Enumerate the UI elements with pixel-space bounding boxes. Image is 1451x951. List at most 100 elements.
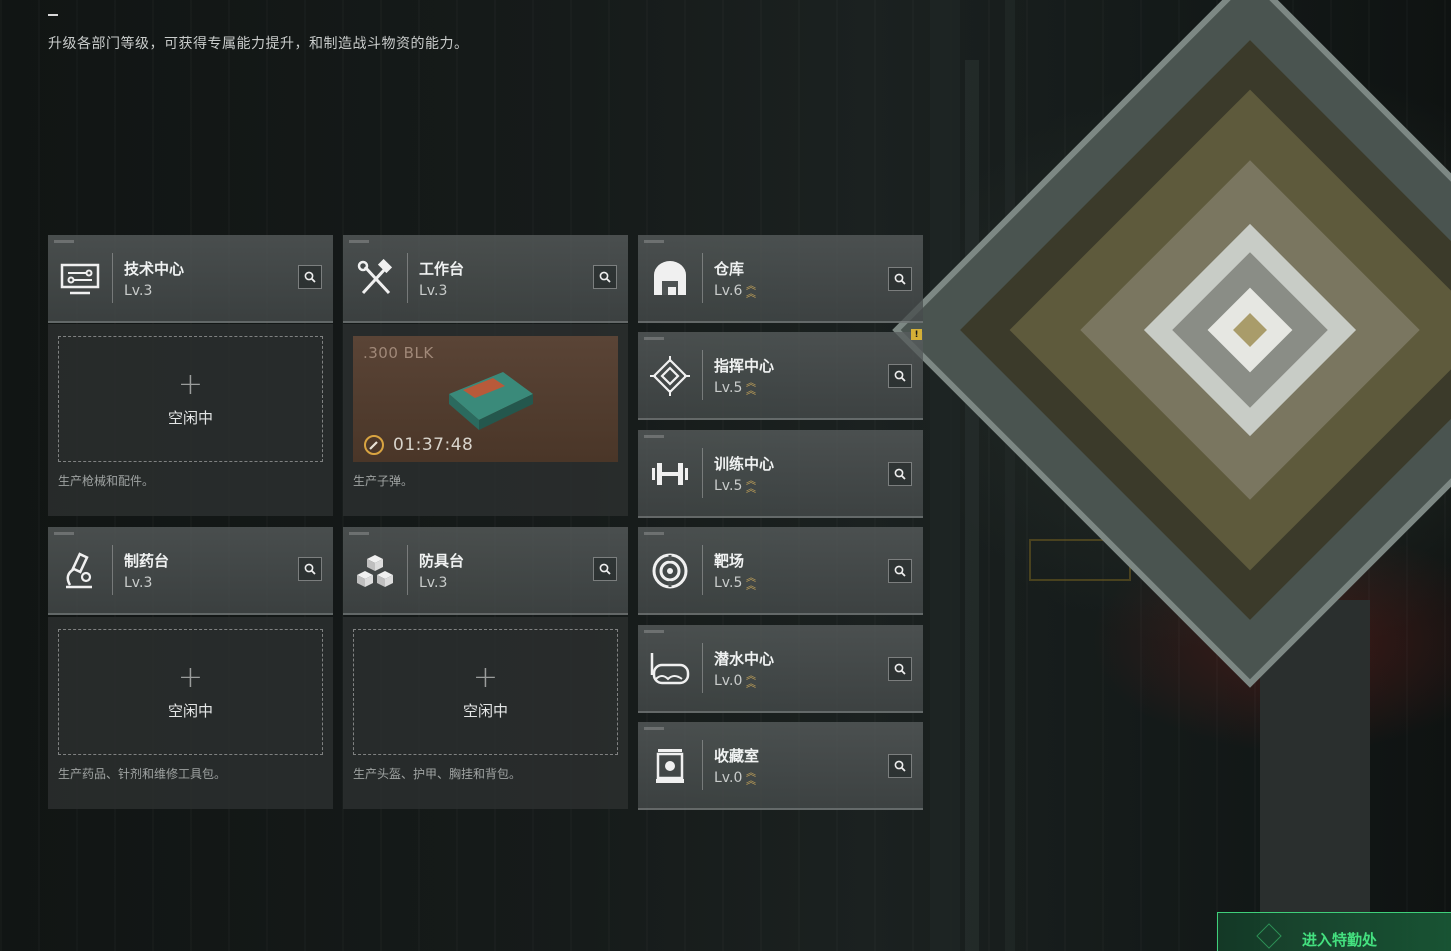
panel-description: 生产头盔、护甲、胸挂和背包。 — [353, 767, 522, 781]
upgrade-chevron-icon: ︽ ︽ — [746, 573, 756, 592]
card-tag — [349, 240, 369, 243]
dept-card-collection[interactable]: 收藏室 Lv.0 ︽ ︽ — [638, 722, 923, 810]
search-icon[interactable] — [298, 557, 322, 581]
header-tick — [48, 14, 58, 16]
dept-level: Lv.5 — [714, 478, 743, 494]
dept-card-warehouse[interactable]: 仓库 Lv.6 ︽ ︽ — [638, 235, 923, 323]
card-divider — [112, 545, 113, 595]
card-divider — [702, 448, 703, 498]
card-tag — [644, 240, 664, 243]
dept-card-training[interactable]: 训练中心 Lv.5 ︽ ︽ — [638, 430, 923, 518]
dept-name: 指挥中心 — [714, 357, 775, 375]
dept-name: 制药台 — [124, 552, 170, 570]
production-panel-workbench: .300 BLK 01:37:48 生产子弹。 — [343, 324, 628, 516]
upgrade-chevron-icon: ︽ ︽ — [746, 281, 756, 300]
slot-status: 空闲中 — [167, 701, 213, 720]
dept-name: 技术中心 — [124, 260, 185, 278]
production-slot-empty[interactable]: + 空闲中 — [353, 629, 618, 755]
card-divider — [407, 253, 408, 303]
dept-level: Lv.6 — [714, 283, 743, 299]
card-tag — [349, 532, 369, 535]
search-icon[interactable] — [888, 754, 912, 778]
panel-description: 生产药品、针剂和维修工具包。 — [58, 767, 227, 781]
alert-badge: ! — [911, 329, 922, 340]
panel-description: 生产枪械和配件。 — [58, 474, 155, 488]
ammo-box-image — [449, 372, 533, 430]
dept-card-range[interactable]: 靶场 Lv.5 ︽ ︽ — [638, 527, 923, 615]
upgrade-chevron-icon: ︽ ︽ — [746, 671, 756, 690]
card-tag — [54, 240, 74, 243]
card-divider — [702, 253, 703, 303]
production-timer: 01:37:48 — [393, 435, 474, 455]
plus-icon: + — [177, 659, 204, 695]
microscope-icon — [58, 549, 102, 593]
target-icon — [648, 549, 692, 593]
search-icon[interactable] — [888, 657, 912, 681]
dept-name: 工作台 — [419, 260, 465, 278]
card-divider — [407, 545, 408, 595]
upgrade-chevron-icon: ︽ ︽ — [746, 476, 756, 495]
search-icon[interactable] — [298, 265, 322, 289]
dept-level: Lv.0 — [714, 673, 743, 689]
dept-level: Lv.3 — [419, 283, 448, 299]
dept-level: Lv.5 — [714, 575, 743, 591]
dept-name: 防具台 — [419, 552, 465, 570]
dept-level: Lv.5 — [714, 380, 743, 396]
card-divider — [702, 740, 703, 790]
enter-button-label: 进入特勤处 — [1302, 931, 1378, 949]
production-item-name: .300 BLK — [363, 344, 434, 362]
dept-card-workbench[interactable]: 工作台 Lv.3 — [343, 235, 628, 323]
diving-mask-icon — [648, 647, 692, 691]
slot-status: 空闲中 — [167, 408, 213, 427]
dept-card-diving[interactable]: 潜水中心 Lv.0 ︽ ︽ — [638, 625, 923, 713]
upgrade-chevron-icon: ︽ ︽ — [746, 768, 756, 787]
page-subtitle: 升级各部门等级，可获得专属能力提升，和制造战斗物资的能力。 — [48, 36, 469, 52]
production-panel-armor: + 空闲中 生产头盔、护甲、胸挂和背包。 — [343, 617, 628, 809]
cubes-icon — [353, 549, 397, 593]
search-icon[interactable] — [593, 557, 617, 581]
dept-level: Lv.3 — [124, 283, 153, 299]
card-divider — [702, 643, 703, 693]
card-tag — [644, 337, 664, 340]
diamond-icon — [1256, 923, 1282, 949]
dept-card-armor[interactable]: 防具台 Lv.3 — [343, 527, 628, 615]
card-tag — [54, 532, 74, 535]
card-tag — [644, 532, 664, 535]
card-divider — [702, 545, 703, 595]
hammer-wrench-icon — [353, 257, 397, 301]
diamond-target-icon — [648, 354, 692, 398]
dept-name: 靶场 — [714, 552, 745, 570]
card-divider — [112, 253, 113, 303]
production-panel-tech: + 空闲中 生产枪械和配件。 — [48, 324, 333, 516]
dept-level: Lv.3 — [419, 575, 448, 591]
search-icon[interactable] — [888, 267, 912, 291]
card-tag — [644, 630, 664, 633]
panel-description: 生产子弹。 — [353, 474, 414, 488]
dept-name: 潜水中心 — [714, 650, 775, 668]
search-icon[interactable] — [888, 364, 912, 388]
dept-name: 仓库 — [714, 260, 745, 278]
dept-name: 收藏室 — [714, 747, 760, 765]
timer-wrench-icon — [364, 435, 384, 455]
display-case-icon — [648, 744, 692, 788]
slot-status: 空闲中 — [462, 701, 508, 720]
card-tag — [644, 435, 664, 438]
dept-card-command[interactable]: 指挥中心 Lv.5 ︽ ︽ — [638, 332, 923, 420]
search-icon[interactable] — [888, 559, 912, 583]
monitor-icon — [58, 257, 102, 301]
production-slot-active[interactable]: .300 BLK 01:37:48 — [353, 336, 618, 462]
card-tag — [644, 727, 664, 730]
plus-icon: + — [472, 659, 499, 695]
search-icon[interactable] — [593, 265, 617, 289]
dumbbell-icon — [648, 452, 692, 496]
plus-icon: + — [177, 366, 204, 402]
dept-card-pharmacy[interactable]: 制药台 Lv.3 — [48, 527, 333, 615]
dept-name: 训练中心 — [714, 455, 775, 473]
production-slot-empty[interactable]: + 空闲中 — [58, 629, 323, 755]
search-icon[interactable] — [888, 462, 912, 486]
dept-card-tech[interactable]: 技术中心 Lv.3 — [48, 235, 333, 323]
upgrade-chevron-icon: ︽ ︽ — [746, 378, 756, 397]
production-slot-empty[interactable]: + 空闲中 — [58, 336, 323, 462]
warehouse-icon — [648, 257, 692, 301]
enter-special-ops-button[interactable]: 进入特勤处 — [1217, 912, 1451, 951]
